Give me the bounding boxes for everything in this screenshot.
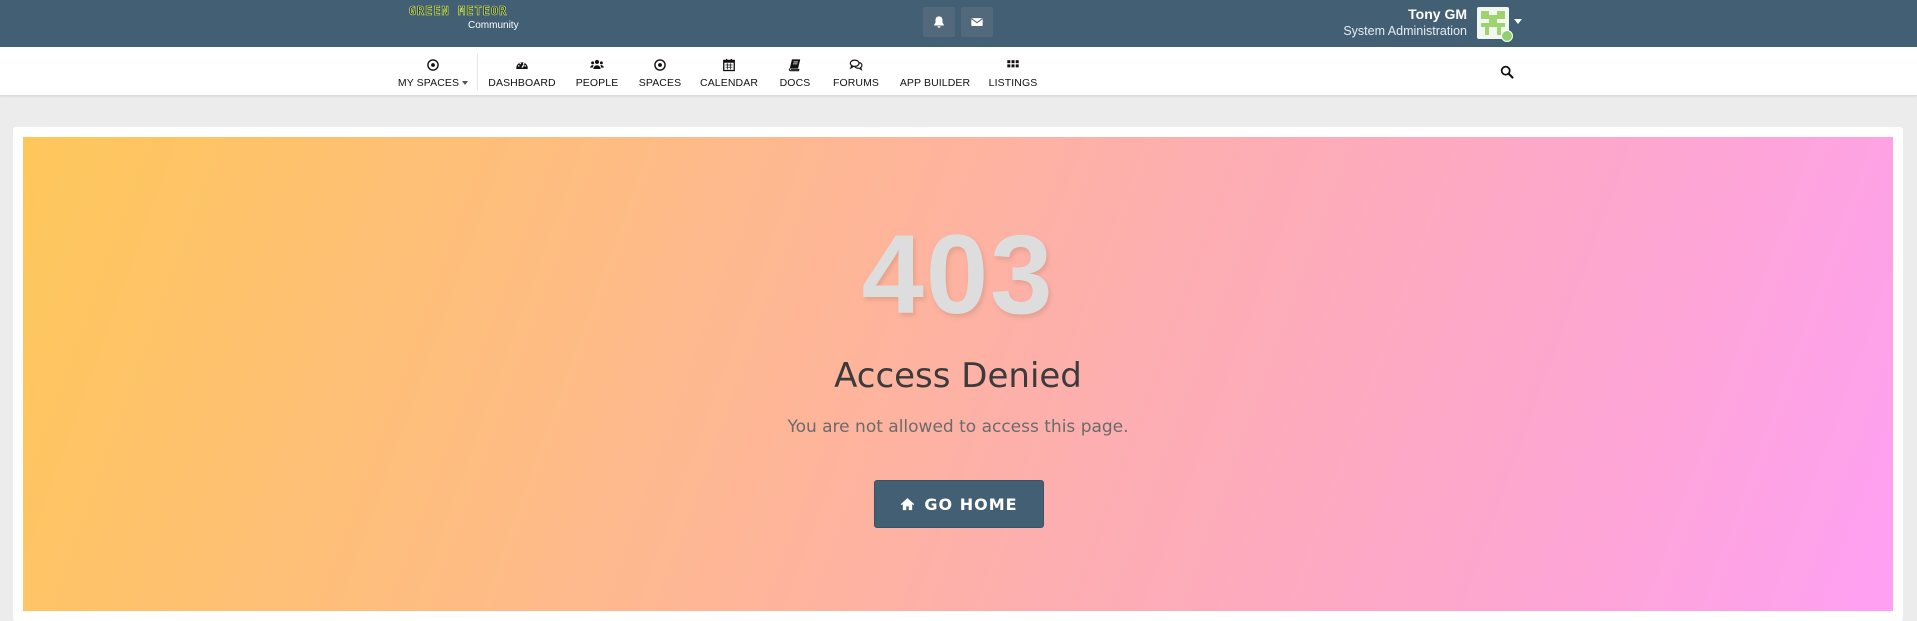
logo-name: GREEN METEOR [408, 4, 508, 19]
nav-label: SPACES [638, 76, 682, 89]
error-message: You are not allowed to access this page. [787, 417, 1129, 437]
nav-app-builder[interactable]: APP BUILDER [900, 47, 970, 95]
main-nav: MY SPACES DASHBOARD PEOPLE SPACES CALEND… [0, 47, 1917, 96]
target-icon [427, 58, 439, 71]
nav-label: APP BUILDER [899, 76, 971, 89]
calendar-icon [723, 58, 735, 71]
nav-forums[interactable]: FORUMS [832, 47, 880, 95]
comments-icon [849, 58, 863, 71]
messages-button[interactable] [961, 7, 993, 37]
home-icon [901, 498, 915, 511]
top-bar: GREEN METEOR Community Tony GM System Ad… [0, 0, 1917, 47]
nav-people[interactable]: PEOPLE [575, 47, 619, 95]
error-code: 403 [861, 212, 1055, 337]
nav-label: LISTINGS [988, 76, 1038, 89]
nav-label: FORUMS [832, 76, 880, 89]
user-role: System Administration [1343, 24, 1467, 38]
chevron-down-icon [462, 80, 469, 85]
go-home-button[interactable]: GO HOME [874, 480, 1044, 528]
user-menu-caret-icon[interactable] [1514, 19, 1522, 24]
book-icon [788, 58, 801, 71]
nav-label: PEOPLE [575, 76, 619, 89]
logo[interactable]: GREEN METEOR Community [392, 4, 524, 34]
error-title: Access Denied [834, 356, 1082, 396]
nav-listings[interactable]: LISTINGS [989, 47, 1037, 95]
nav-spaces[interactable]: SPACES [638, 47, 682, 95]
online-status-indicator [1501, 30, 1513, 42]
nav-divider [477, 54, 478, 90]
nav-my-spaces[interactable]: MY SPACES [397, 47, 469, 95]
user-name: Tony GM [1408, 6, 1467, 22]
notifications-button[interactable] [923, 7, 955, 37]
error-hero: 403 Access Denied You are not allowed to… [23, 137, 1893, 611]
nav-label: DASHBOARD [488, 76, 556, 89]
target-icon [654, 58, 666, 71]
nav-label: DOCS [779, 76, 811, 89]
nav-dashboard[interactable]: DASHBOARD [488, 47, 556, 95]
nav-calendar[interactable]: CALENDAR [700, 47, 758, 95]
search-icon[interactable] [1500, 65, 1514, 79]
envelope-icon [971, 18, 983, 26]
nav-label: CALENDAR [700, 76, 758, 89]
nav-label: MY SPACES [397, 76, 460, 89]
nav-docs[interactable]: DOCS [776, 47, 814, 95]
user-info[interactable]: Tony GM System Administration [1343, 6, 1467, 39]
bell-icon [934, 16, 944, 28]
dashboard-icon [516, 61, 528, 69]
grid-icon [1007, 59, 1019, 67]
go-home-label: GO HOME [924, 494, 1018, 514]
logo-subtitle: Community [468, 20, 519, 31]
people-icon [590, 59, 604, 69]
